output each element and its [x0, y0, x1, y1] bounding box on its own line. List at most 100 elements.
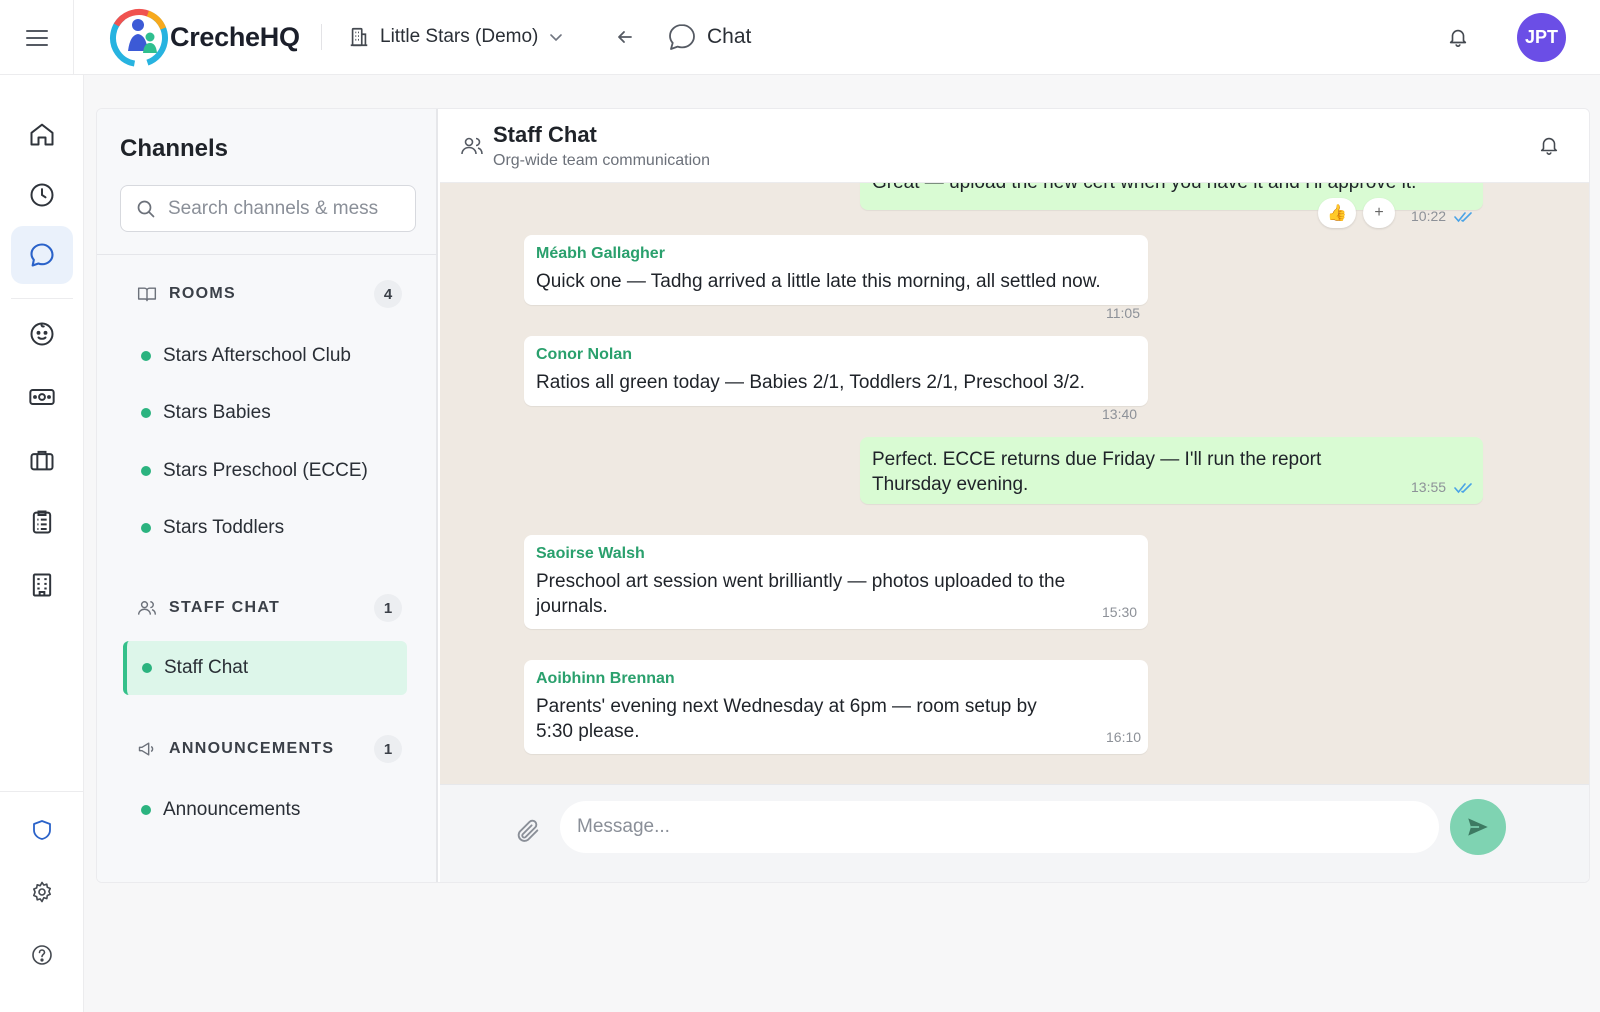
- nav-separator: [11, 298, 73, 299]
- chat-icon: [30, 243, 54, 267]
- message-bubble-incoming[interactable]: Conor Nolan Ratios all green today — Bab…: [524, 336, 1148, 406]
- paperclip-icon: [517, 819, 539, 842]
- message-sender: Conor Nolan: [536, 346, 632, 363]
- nav-reports[interactable]: [11, 493, 73, 551]
- megaphone-icon: [138, 742, 154, 756]
- chat-subtitle: Org-wide team communication: [493, 152, 710, 169]
- message-text: Ratios all green today — Babies 2/1, Tod…: [536, 372, 1085, 393]
- channel-stars-afterschool-club[interactable]: Stars Afterschool Club: [141, 336, 411, 376]
- send-button[interactable]: [1450, 799, 1506, 855]
- message-text: Quick one — Tadhg arrived a little late …: [536, 271, 1101, 292]
- channels-title: Channels: [120, 135, 229, 162]
- nav-settings[interactable]: [11, 863, 73, 921]
- org-switcher[interactable]: Little Stars (Demo): [348, 20, 564, 54]
- message-sender: Aoibhinn Brennan: [536, 670, 675, 687]
- org-name: Little Stars (Demo): [380, 26, 539, 47]
- add-reaction-button[interactable]: +: [1363, 198, 1395, 228]
- message-time: 10:22: [1411, 208, 1474, 224]
- section-announcements[interactable]: ANNOUNCEMENTS 1: [137, 734, 402, 764]
- reaction-thumbs-up[interactable]: 👍: [1318, 198, 1356, 228]
- nav-facilities[interactable]: [11, 556, 73, 614]
- message-text: Preschool art session went brilliantly —…: [536, 571, 1066, 617]
- section-rooms[interactable]: ROOMS 4: [137, 279, 402, 309]
- help-icon: [32, 945, 52, 965]
- channel-stars-preschool[interactable]: Stars Preschool (ECCE): [141, 451, 411, 491]
- money-icon: [29, 389, 55, 405]
- message-list[interactable]: Great — upload the new cert when you hav…: [440, 183, 1589, 784]
- channels-panel: Channels ROOMS 4 Stars Afterschool Club …: [97, 109, 438, 882]
- nav-help[interactable]: [11, 926, 73, 984]
- section-count: 1: [374, 735, 402, 763]
- section-count: 1: [374, 594, 402, 622]
- message-time: 13:40: [1102, 406, 1138, 422]
- user-avatar[interactable]: JPT: [1517, 13, 1566, 62]
- online-dot: [141, 805, 151, 815]
- shield-icon: [33, 820, 51, 840]
- message-bubble-incoming[interactable]: Saoirse Walsh Preschool art session went…: [524, 535, 1148, 629]
- online-dot: [141, 523, 151, 533]
- message-text: Perfect. ECCE returns due Friday — I'll …: [872, 449, 1322, 495]
- message-input[interactable]: [560, 801, 1439, 853]
- channel-notifications-button[interactable]: [1535, 131, 1563, 159]
- back-button[interactable]: [610, 22, 640, 52]
- users-icon: [137, 601, 157, 615]
- chat-title: Staff Chat: [493, 122, 597, 147]
- double-check-icon: [1454, 212, 1472, 223]
- message-bubble-incoming[interactable]: Aoibhinn Brennan Parents' evening next W…: [524, 660, 1148, 754]
- message-bubble-outgoing[interactable]: Perfect. ECCE returns due Friday — I'll …: [860, 437, 1483, 504]
- channel-search-input[interactable]: [168, 197, 378, 220]
- nav-chat[interactable]: [11, 226, 73, 284]
- clock-icon: [30, 183, 54, 207]
- building-icon: [32, 573, 52, 597]
- send-icon: [1468, 818, 1488, 836]
- header-divider: [321, 24, 322, 50]
- breadcrumb: Chat: [667, 20, 751, 54]
- notifications-button[interactable]: [1443, 22, 1473, 52]
- channel-label: Stars Babies: [163, 402, 271, 423]
- nav-separator: [0, 791, 84, 792]
- gear-icon: [33, 881, 51, 903]
- section-label: STAFF CHAT: [169, 599, 281, 616]
- bell-icon: [1540, 137, 1558, 155]
- channel-search[interactable]: [120, 185, 416, 232]
- top-bar: CrecheHQ Little Stars (Demo) Chat JPT: [0, 0, 1600, 75]
- building-icon: [350, 27, 368, 47]
- section-count: 4: [374, 280, 402, 308]
- logo-icon: [110, 9, 168, 67]
- channel-stars-toddlers[interactable]: Stars Toddlers: [141, 508, 411, 548]
- app-logo[interactable]: CrecheHQ: [108, 4, 300, 70]
- chat-header: Staff Chat Org-wide team communication: [440, 109, 1589, 183]
- chat-bubble-icon: [669, 24, 695, 50]
- nav-billing[interactable]: [11, 368, 73, 426]
- nav-staff[interactable]: [11, 431, 73, 489]
- section-staff-chat[interactable]: STAFF CHAT 1: [137, 593, 402, 623]
- chat-area: Staff Chat Org-wide team communication G…: [440, 109, 1589, 882]
- message-bubble-incoming[interactable]: Méabh Gallagher Quick one — Tadhg arrive…: [524, 235, 1148, 305]
- online-dot: [141, 351, 151, 361]
- channels-divider: [97, 254, 438, 255]
- channel-label: Stars Preschool (ECCE): [163, 460, 368, 481]
- search-icon: [137, 200, 155, 217]
- brand-name: CrecheHQ: [170, 21, 300, 52]
- section-label: ROOMS: [169, 285, 236, 302]
- channel-stars-babies[interactable]: Stars Babies: [141, 393, 411, 433]
- nav-attendance[interactable]: [11, 166, 73, 224]
- channel-label: Announcements: [163, 799, 301, 820]
- nav-home[interactable]: [11, 105, 73, 163]
- channel-staff-chat[interactable]: Staff Chat: [123, 641, 407, 695]
- online-dot: [142, 663, 152, 673]
- message-text: Parents' evening next Wednesday at 6pm —…: [536, 696, 1037, 742]
- message-time: 15:30: [1102, 604, 1138, 620]
- attach-button[interactable]: [510, 813, 546, 849]
- channel-label: Stars Afterschool Club: [163, 345, 351, 366]
- online-dot: [141, 408, 151, 418]
- nav-compliance[interactable]: [11, 801, 73, 859]
- home-icon: [30, 123, 54, 146]
- channel-label: Staff Chat: [164, 657, 249, 678]
- nav-children[interactable]: [11, 305, 73, 363]
- channel-announcements[interactable]: Announcements: [141, 790, 411, 830]
- hamburger-menu-button[interactable]: [0, 0, 74, 75]
- message-time-text: 13:55: [1411, 479, 1447, 495]
- message-time: 16:10: [1106, 729, 1142, 745]
- message-sender: Méabh Gallagher: [536, 245, 665, 262]
